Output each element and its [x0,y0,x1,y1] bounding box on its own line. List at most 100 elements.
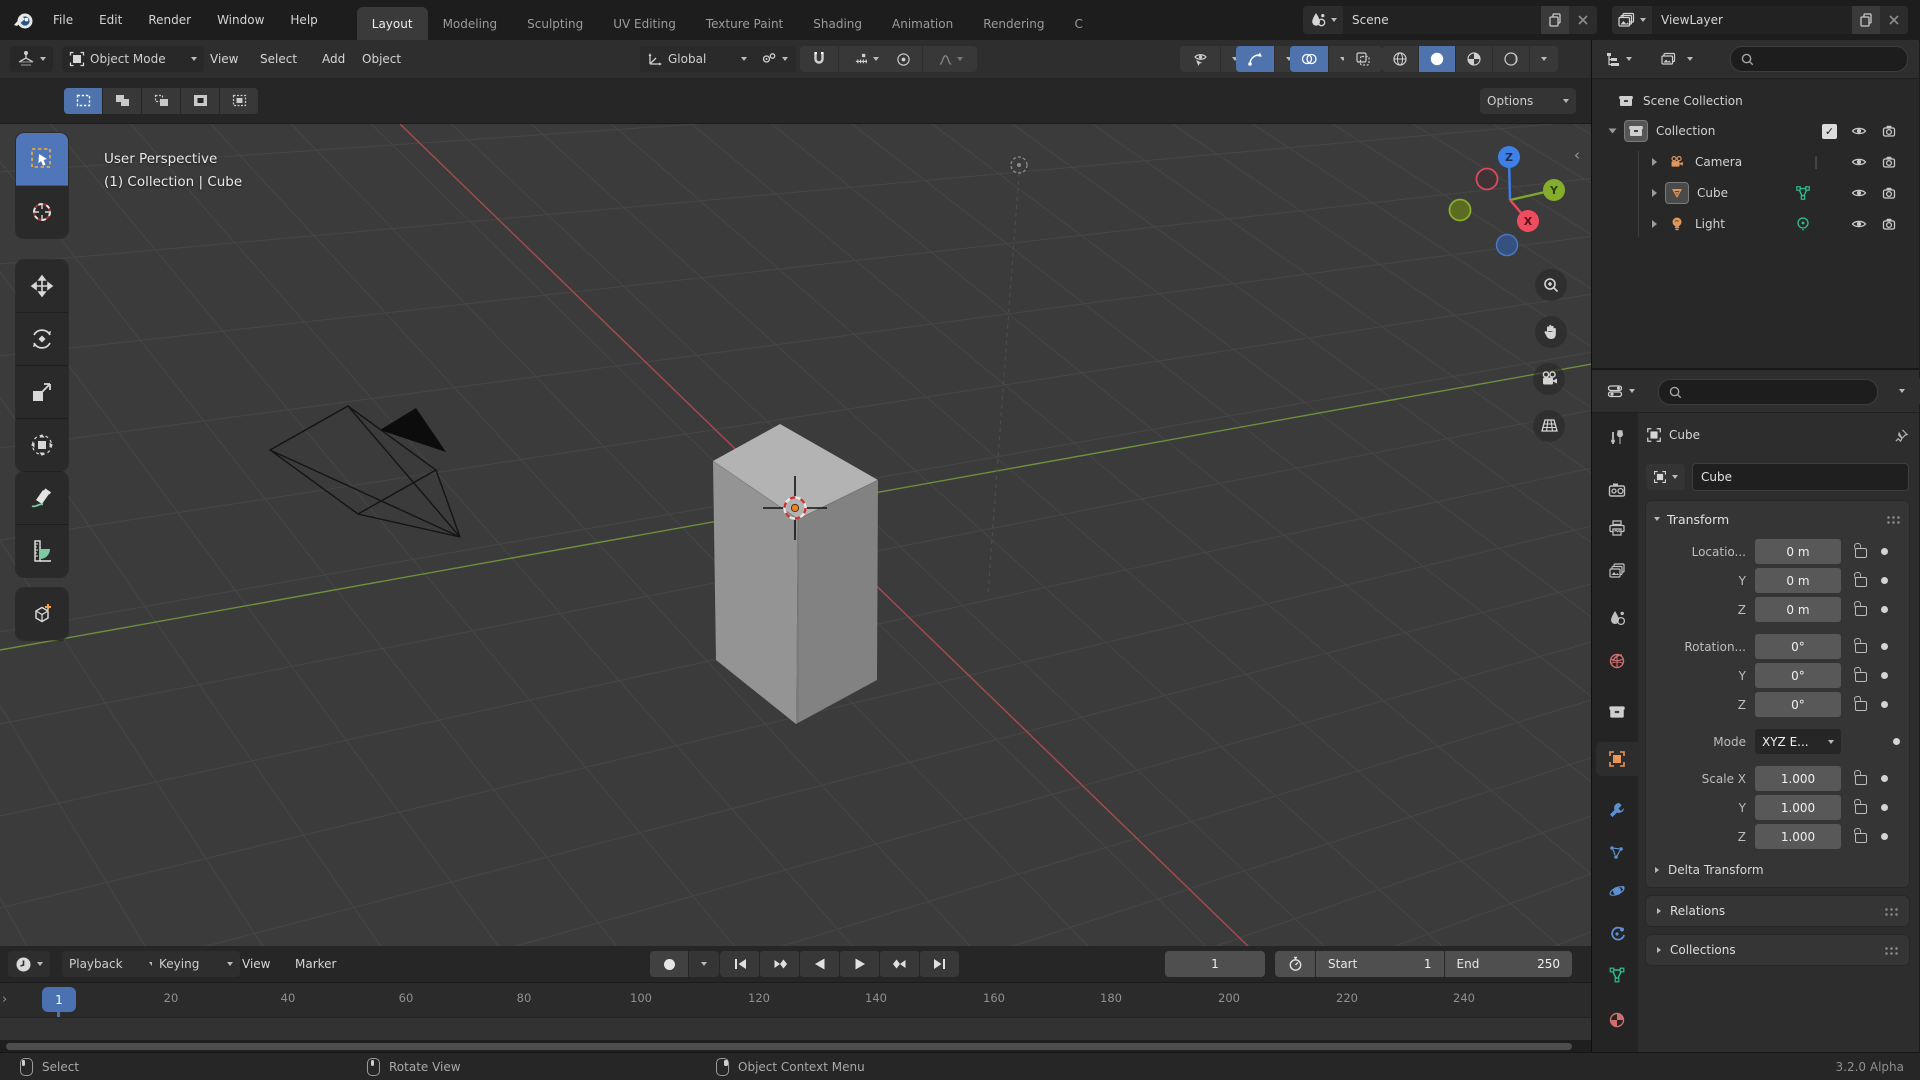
current-frame-field[interactable]: 1 [1165,951,1265,978]
render-visibility-icon[interactable] [1881,216,1897,232]
mode-dropdown[interactable]: Object Mode [62,46,204,72]
outliner-row-light[interactable]: Light [1592,209,1919,239]
gizmo-neg-x-ball[interactable] [1475,167,1499,191]
tab-view-layer[interactable] [1596,554,1638,588]
animate-dot-icon[interactable] [1881,577,1888,584]
animate-dot-icon[interactable] [1881,804,1888,811]
tool-scale[interactable] [16,366,68,419]
collections-panel[interactable]: Collections [1646,935,1909,965]
viewport-3d[interactable]: User Perspective (1) Collection | Cube Z… [0,123,1591,947]
gizmo-z-ball[interactable]: Z [1498,145,1520,168]
tab-texture-paint[interactable]: Texture Paint [691,7,798,40]
timeline-ruler[interactable]: › 20 40 60 80 100 120 140 160 180 200 22… [0,983,1591,1055]
menu-render[interactable]: Render [135,0,204,40]
tab-uv-editing[interactable]: UV Editing [598,7,691,40]
rotation-z-field[interactable]: 0° [1755,692,1841,717]
navigation-gizmo[interactable]: Z Y X [1432,124,1591,264]
show-overlays-toggle[interactable] [1290,46,1328,72]
properties-search-input[interactable] [1658,379,1878,405]
shading-rendered-button[interactable] [1493,46,1529,72]
lock-icon[interactable] [1855,803,1867,814]
tab-particles[interactable] [1596,836,1638,870]
zoom-button[interactable] [1535,268,1567,301]
relations-panel[interactable]: Relations [1646,896,1909,926]
menu-window[interactable]: Window [204,0,277,40]
outliner-row-scene-collection[interactable]: Scene Collection [1592,86,1919,116]
pan-button[interactable] [1535,315,1567,348]
tab-scene[interactable] [1596,601,1638,635]
menu-object[interactable]: Object [352,40,411,78]
camera-view-button[interactable] [1533,362,1565,395]
animate-dot-icon[interactable] [1881,672,1888,679]
disclosure-triangle-icon[interactable] [1652,158,1657,166]
auto-key-dropdown[interactable] [689,951,719,978]
disclosure-triangle-icon[interactable] [1652,189,1657,197]
render-visibility-icon[interactable] [1881,185,1897,201]
lock-icon[interactable] [1855,547,1867,558]
play-reverse-button[interactable] [800,951,839,978]
lock-icon[interactable] [1855,774,1867,785]
snap-toggle-button[interactable] [800,46,838,72]
outliner-row-cube[interactable]: Cube [1592,178,1919,208]
viewlayer-remove-button[interactable] [1880,6,1908,34]
animate-dot-icon[interactable] [1881,833,1888,840]
transform-panel-header[interactable]: Transform [1654,507,1901,531]
tab-compositing[interactable]: C [1059,7,1097,40]
menu-edit[interactable]: Edit [86,0,135,40]
menu-add[interactable]: Add [312,40,355,78]
properties-editor-type-button[interactable] [1600,378,1642,404]
tab-physics[interactable] [1596,874,1638,908]
viewport-canvas[interactable] [0,123,1591,947]
delta-transform-subpanel[interactable]: Delta Transform [1654,863,1901,877]
tool-rotate[interactable] [16,313,68,366]
tool-select-box[interactable] [16,132,68,186]
next-keyframe-button[interactable] [880,951,919,978]
timeline-view-menu[interactable]: View [232,946,280,982]
outliner-row-camera[interactable]: Camera | [1592,147,1919,237]
select-intersect-button[interactable] [220,87,258,114]
show-hide-button[interactable] [1180,46,1220,72]
jump-to-start-button[interactable] [720,951,759,978]
tab-modifiers[interactable] [1596,793,1638,827]
scale-x-field[interactable]: 1.000 [1755,766,1841,791]
shading-wireframe-button[interactable] [1382,46,1418,72]
lock-icon[interactable] [1855,700,1867,711]
tab-layout[interactable]: Layout [356,7,428,40]
hide-eye-icon[interactable] [1851,185,1867,201]
tab-material[interactable] [1596,1003,1638,1037]
scene-browse-button[interactable] [1303,6,1343,34]
disclosure-triangle-icon[interactable] [1652,220,1657,228]
timeline-track-area[interactable] [0,1017,1591,1041]
keying-menu[interactable]: Keying [152,951,240,978]
tab-constraints[interactable] [1596,917,1638,951]
hide-eye-icon[interactable] [1851,216,1867,232]
tab-world[interactable] [1596,644,1638,678]
location-z-field[interactable]: 0 m [1755,597,1841,622]
frame-start-field[interactable]: Start 1 [1316,951,1444,978]
outliner-filter-button[interactable] [1654,46,1700,72]
tab-tool[interactable] [1596,421,1638,455]
sidebar-collapse-arrow[interactable]: ‹ [1574,146,1580,164]
animate-dot-icon[interactable] [1893,738,1900,745]
blender-logo-icon[interactable] [12,9,36,31]
proportional-falloff-dropdown[interactable] [923,46,977,72]
scrollbar-handle[interactable] [6,1043,1572,1051]
outliner-search-input[interactable] [1730,46,1908,72]
select-set-button[interactable] [64,87,102,114]
shading-material-button[interactable] [1456,46,1492,72]
tab-output[interactable] [1596,511,1638,545]
tool-move[interactable] [16,260,68,313]
tab-collection-properties[interactable] [1596,695,1638,729]
previous-keyframe-button[interactable] [760,951,799,978]
tab-sculpting[interactable]: Sculpting [512,7,598,40]
panel-grip-icon[interactable] [1886,514,1901,524]
gizmo-neg-y-ball[interactable] [1448,198,1472,222]
render-visibility-icon[interactable] [1881,123,1897,139]
rotation-mode-dropdown[interactable]: XYZ E... [1755,729,1841,754]
use-preview-range-toggle[interactable] [1275,951,1315,978]
scale-y-field[interactable]: 1.000 [1755,795,1841,820]
jump-to-end-button[interactable] [920,951,959,978]
light-object[interactable] [1010,156,1028,174]
timeline-expand-arrow[interactable]: › [2,992,7,1007]
lock-icon[interactable] [1855,605,1867,616]
